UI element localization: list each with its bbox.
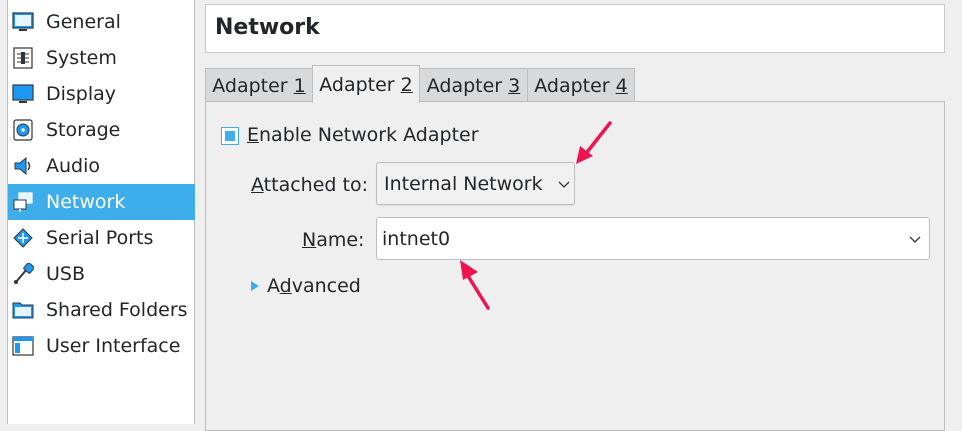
sidebar-item-display[interactable]: Display	[8, 76, 195, 112]
sidebar-item-label: Network	[46, 191, 126, 213]
sidebar-item-label: Display	[46, 83, 117, 105]
audio-icon	[14, 156, 31, 176]
tab-adapter-4[interactable]: Adapter 4	[527, 68, 635, 103]
tab-adapter-3[interactable]: Adapter 3	[419, 68, 528, 103]
sidebar-item-user-interface[interactable]: User Interface	[8, 328, 195, 364]
enable-adapter-checkbox[interactable]	[221, 127, 239, 145]
usb-icon	[14, 263, 34, 284]
annotation-arrow-name	[460, 260, 490, 310]
sidebar-item-label: Shared Folders	[46, 299, 188, 321]
tab-adapter-2[interactable]: Adapter 2	[312, 65, 420, 103]
sidebar-item-storage[interactable]: Storage	[8, 112, 195, 148]
annotation-arrow-attached	[576, 121, 612, 164]
sidebar-item-general[interactable]: General	[8, 4, 195, 40]
sidebar-item-audio[interactable]: Audio	[8, 148, 195, 184]
general-icon	[12, 12, 34, 31]
shared-folders-icon	[12, 302, 34, 319]
sidebar-item-label: USB	[46, 263, 86, 285]
sidebar-item-label: General	[46, 11, 121, 33]
sidebar-item-usb[interactable]: USB	[8, 256, 195, 292]
storage-icon	[13, 119, 33, 141]
expand-arrow-icon[interactable]	[250, 280, 260, 292]
system-icon	[13, 47, 33, 69]
page-title: Network	[215, 15, 320, 40]
tab-label: Adapter 3	[426, 75, 521, 97]
network-icon	[13, 192, 33, 212]
tab-label: Adapter 4	[534, 75, 628, 97]
sidebar-item-label: Serial Ports	[46, 227, 154, 249]
tab-label: Adapter 2	[319, 73, 413, 96]
network-name-value: intnet0	[382, 228, 451, 250]
enable-adapter-label[interactable]: Enable Network Adapter	[247, 124, 479, 146]
user-interface-icon	[12, 336, 34, 356]
sidebar-item-shared-folders[interactable]: Shared Folders	[8, 292, 195, 328]
attached-to-dropdown[interactable]: Internal Network	[376, 162, 575, 205]
tab-label: Adapter 1	[212, 75, 306, 97]
sidebar-item-label: Audio	[46, 155, 101, 177]
settings-sidebar: General System Display Storage Audio Net…	[7, 0, 195, 424]
page-header: Network	[205, 4, 945, 53]
name-label: Name:	[302, 229, 365, 251]
sidebar-item-label: System	[46, 47, 117, 69]
tab-adapter-1[interactable]: Adapter 1	[205, 68, 313, 103]
attached-to-value: Internal Network	[384, 173, 543, 195]
chevron-down-icon[interactable]	[908, 235, 922, 245]
serial-ports-icon	[13, 228, 33, 248]
sidebar-item-label: Storage	[46, 119, 121, 141]
attached-to-label: Attached to:	[251, 174, 368, 196]
advanced-expander-label[interactable]: Advanced	[267, 275, 361, 297]
sidebar-item-serial-ports[interactable]: Serial Ports	[8, 220, 195, 256]
sidebar-item-label: User Interface	[46, 335, 181, 357]
chevron-down-icon	[558, 181, 570, 188]
display-icon	[12, 84, 34, 103]
sidebar-item-system[interactable]: System	[8, 40, 195, 76]
sidebar-item-network[interactable]: Network	[8, 184, 195, 220]
